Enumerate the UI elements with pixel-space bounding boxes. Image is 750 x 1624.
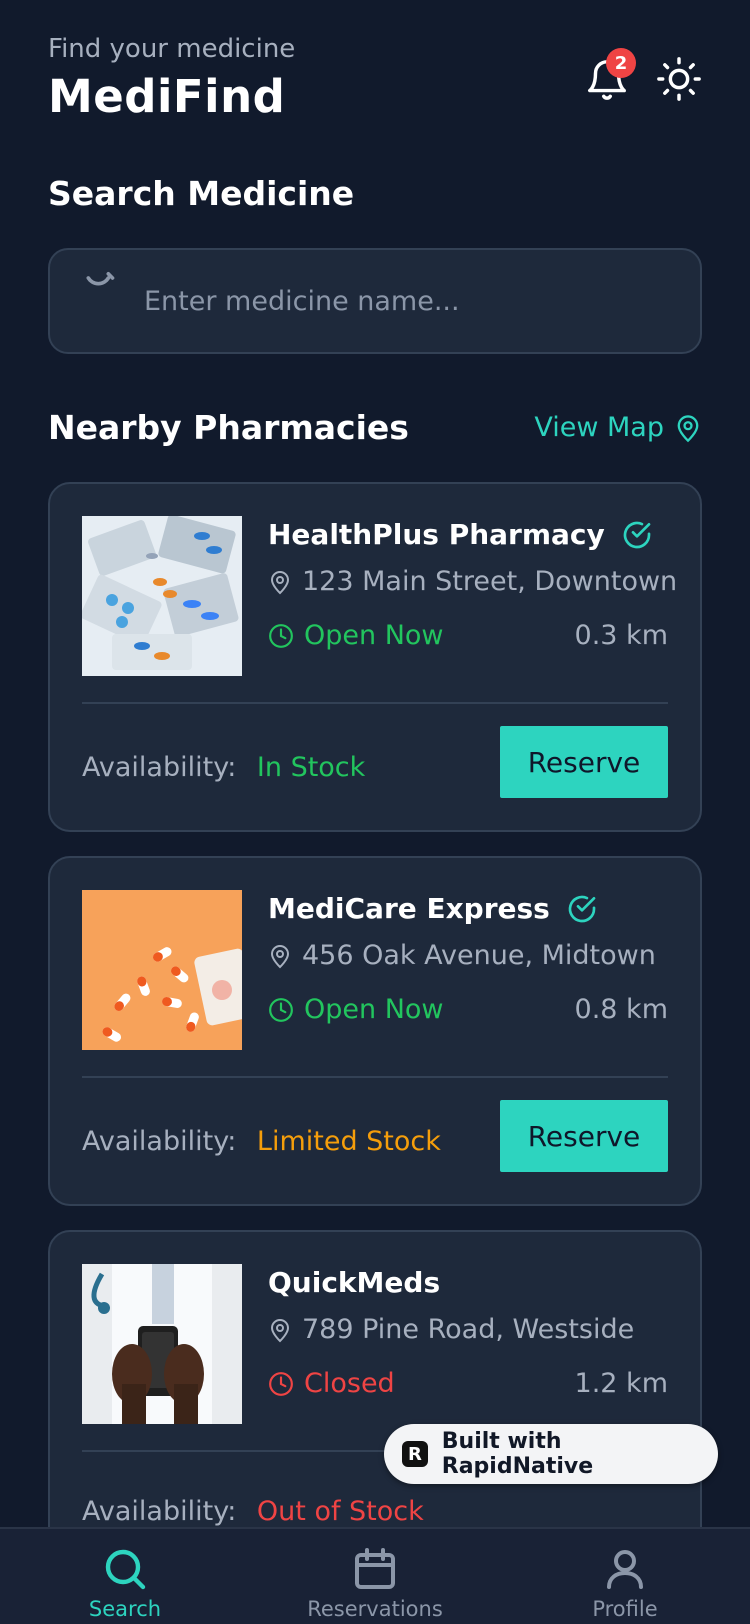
user-icon [607, 1550, 643, 1589]
pharmacy-status: Closed [304, 1368, 395, 1399]
notifications-button[interactable]: 2 [584, 48, 636, 106]
nav-tab-search[interactable]: Search [35, 1545, 215, 1621]
pharmacy-name-row: MediCare Express [268, 892, 598, 925]
location-pin-icon [270, 1318, 290, 1342]
availability-label: Availability: [82, 1496, 237, 1527]
pharmacy-name-row: HealthPlus Pharmacy [268, 518, 653, 551]
search-icon [86, 272, 115, 286]
availability-row: Availability: In Stock [82, 752, 365, 783]
pharmacy-status-row: Open Now [268, 620, 444, 651]
pharmacy-name: MediCare Express [268, 892, 550, 925]
nav-label-profile: Profile [592, 1597, 658, 1621]
nearby-section-title: Nearby Pharmacies [48, 408, 409, 447]
reserve-button[interactable]: Reserve [500, 726, 668, 798]
pharmacy-card[interactable]: HealthPlus Pharmacy 123 Main Street, Dow… [48, 482, 702, 832]
pharmacy-status: Open Now [304, 620, 444, 651]
bottom-nav: Search Reservations Profile [0, 1527, 750, 1624]
notification-badge: 2 [606, 48, 636, 78]
pharmacy-address-row: 456 Oak Avenue, Midtown [268, 940, 656, 971]
search-box[interactable] [48, 248, 702, 354]
header: Find your medicine MediFind 2 [48, 34, 702, 134]
map-pin-icon [677, 414, 699, 442]
clock-icon [269, 997, 293, 1022]
pharmacy-address: 123 Main Street, Downtown [302, 566, 678, 597]
nav-label-reservations: Reservations [307, 1597, 443, 1621]
availability-label: Availability: [82, 752, 237, 783]
pharmacy-address-row: 123 Main Street, Downtown [268, 566, 677, 597]
reserve-button[interactable]: Reserve [500, 1100, 668, 1172]
pharmacy-status-row: Closed [268, 1368, 395, 1399]
pharmacy-address: 789 Pine Road, Westside [302, 1314, 635, 1345]
verified-check-icon [623, 521, 651, 548]
availability-value: In Stock [256, 752, 366, 783]
clock-icon [269, 1371, 293, 1396]
pharmacy-status: Open Now [304, 994, 444, 1025]
pharmacy-address-row: 789 Pine Road, Westside [268, 1314, 634, 1345]
built-with-badge[interactable]: R Built with RapidNative [384, 1424, 718, 1484]
header-actions: 2 [584, 48, 702, 106]
availability-value: Limited Stock [256, 1126, 441, 1157]
view-map-label: View Map [534, 412, 664, 443]
view-map-link[interactable]: View Map [534, 412, 702, 443]
pharmacy-distance: 0.3 km [574, 620, 668, 651]
search-input[interactable] [144, 250, 674, 352]
availability-label: Availability: [82, 1126, 237, 1157]
sun-icon [657, 57, 701, 101]
location-pin-icon [270, 944, 290, 968]
clock-icon [269, 623, 293, 648]
card-divider [82, 702, 668, 704]
rapidnative-logo-icon: R [402, 1441, 428, 1467]
pharmacy-name-row: QuickMeds [268, 1266, 440, 1299]
availability-value: Out of Stock [256, 1496, 424, 1527]
nav-tab-reservations[interactable]: Reservations [285, 1545, 465, 1621]
availability-row: Availability: Out of Stock [82, 1496, 424, 1527]
pharmacy-address: 456 Oak Avenue, Midtown [302, 940, 656, 971]
nav-label-search: Search [88, 1597, 162, 1621]
card-divider [82, 1076, 668, 1078]
pharmacy-card[interactable]: MediCare Express 456 Oak Avenue, Midtown… [48, 856, 702, 1206]
verified-check-icon [568, 895, 596, 922]
theme-toggle-button[interactable] [656, 56, 702, 106]
search-section-title: Search Medicine [48, 174, 355, 213]
location-pin-icon [270, 570, 290, 594]
nav-tab-profile[interactable]: Profile [535, 1545, 715, 1621]
pharmacy-status-row: Open Now [268, 994, 444, 1025]
pharmacy-distance: 1.2 km [574, 1368, 668, 1399]
pharmacy-distance: 0.8 km [574, 994, 668, 1025]
availability-row: Availability: Limited Stock [82, 1126, 441, 1157]
pharmacy-name: HealthPlus Pharmacy [268, 518, 605, 551]
pharmacy-image [82, 890, 242, 1050]
pharmacy-image [82, 1264, 242, 1424]
search-icon [105, 1549, 146, 1590]
calendar-icon [355, 1548, 395, 1589]
pharmacy-image [82, 516, 242, 676]
built-with-label: Built with RapidNative [441, 1429, 594, 1479]
pharmacy-name: QuickMeds [268, 1266, 441, 1299]
